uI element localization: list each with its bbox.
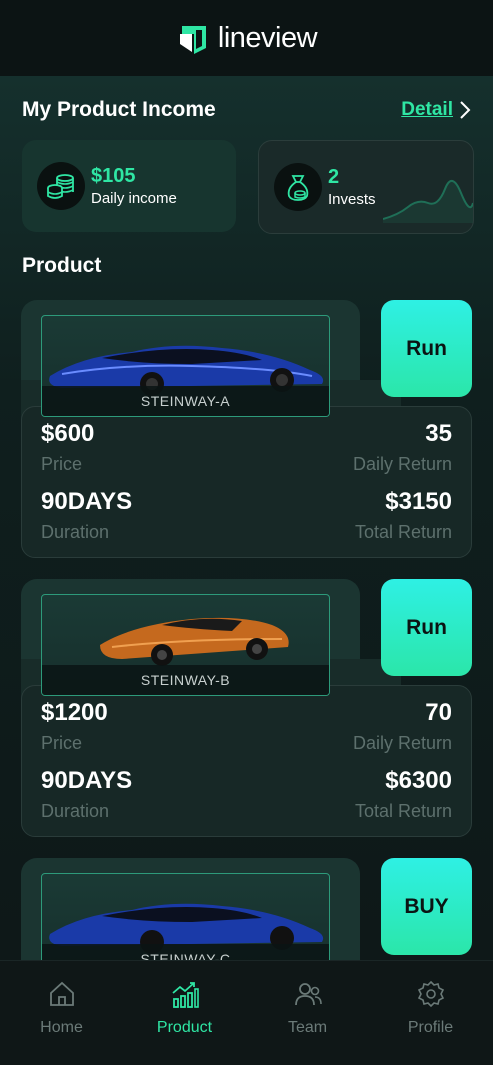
daily-return-label: Daily Return [352,733,452,753]
run-button[interactable]: Run [381,579,472,676]
daily-income-value: $105 [91,165,136,187]
detail-link[interactable]: Detail [401,99,471,121]
income-header: My Product Income Detail [22,96,471,124]
nav-product-label: Product [156,1019,213,1036]
main-content[interactable]: My Product Income Detail $105 Daily inco… [0,76,493,960]
chevron-right-icon [460,101,471,119]
nav-profile[interactable]: Profile [369,979,492,1037]
price-label: Price [41,733,83,753]
income-title: My Product Income [22,98,216,121]
logo-text: lineview [217,21,318,54]
invests-label: Invests [328,191,376,208]
price-value: $600 [41,420,95,447]
car-image-frame: STEINWAY-B [41,594,330,696]
price-label-row: Price Daily Return [41,454,452,475]
app-header: lineview [0,0,493,76]
nav-team[interactable]: Team [246,979,369,1037]
buy-button[interactable]: BUY [381,858,472,955]
run-button[interactable]: Run [381,300,472,397]
nav-profile-label: Profile [407,1019,454,1036]
daily-income-card: $105 Daily income [22,140,236,232]
nav-team-label: Team [287,1019,328,1036]
daily-return-label: Daily Return [352,454,452,474]
logo: lineview [176,20,318,56]
duration-label: Duration [41,522,110,542]
bar-chart-icon [171,982,199,1008]
price-row: $600 35 [41,420,452,448]
daily-return-value: 35 [425,420,452,447]
gear-icon [417,980,444,1008]
car-name: STEINWAY-C [42,944,329,960]
product-card: STEINWAY-A Run $600 35 Price Daily Retur… [21,300,472,558]
car-image-frame: STEINWAY-A [41,315,330,417]
logo-icon [179,26,206,54]
total-return-value: $6300 [385,767,452,794]
coins-icon [37,162,85,210]
home-icon [49,981,74,1006]
duration-label-row: Duration Total Return [41,801,452,822]
invests-card: 2 Invests [258,140,474,234]
team-icon [294,983,322,1006]
daily-return-value: 70 [425,699,452,726]
price-value: $1200 [41,699,108,726]
price-label-row: Price Daily Return [41,733,452,754]
total-return-label: Total Return [354,801,452,821]
car-name: STEINWAY-A [42,386,329,416]
money-bag-icon [274,163,322,211]
duration-label: Duration [41,801,110,821]
daily-income-label: Daily income [91,190,177,207]
bottom-nav: Home Product Team Profile [0,960,493,1065]
duration-row: 90DAYS $3150 [41,488,452,516]
duration-value: 90DAYS [41,488,133,515]
detail-label: Detail [401,99,453,120]
total-return-label: Total Return [354,522,452,542]
price-row: $1200 70 [41,699,452,727]
invests-value: 2 [328,166,340,188]
nav-home-label: Home [40,1019,83,1036]
product-card: STEINWAY-B Run $1200 70 Price Daily Retu… [21,579,472,837]
product-section-title: Product [22,254,102,277]
product-card: STEINWAY-C BUY [21,858,472,960]
car-image-frame: STEINWAY-C [41,873,330,960]
duration-value: 90DAYS [41,767,133,794]
total-return-value: $3150 [385,488,452,515]
duration-label-row: Duration Total Return [41,522,452,543]
duration-row: 90DAYS $6300 [41,767,452,795]
nav-home[interactable]: Home [0,979,123,1037]
home-indicator [0,1061,493,1065]
nav-product[interactable]: Product [123,979,246,1037]
car-name: STEINWAY-B [42,665,329,695]
sparkline-decoration [383,180,473,223]
price-label: Price [41,454,83,474]
